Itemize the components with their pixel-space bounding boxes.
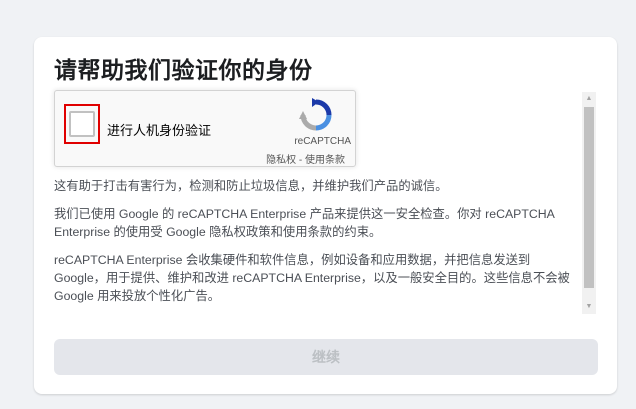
recaptcha-brand: reCAPTCHA — [294, 136, 351, 147]
info-paragraph: 我们已使用 Google 的 reCAPTCHA Enterprise 产品来提… — [54, 207, 555, 239]
info-paragraph: reCAPTCHA Enterprise 会收集硬件和软件信息，例如设备和应用数… — [54, 253, 570, 303]
recaptcha-checkbox[interactable] — [69, 111, 95, 137]
recaptcha-links: 隐私权 - 使用条款 — [266, 151, 345, 166]
terms-link[interactable]: 使用条款 — [305, 155, 345, 166]
info-paragraph: 这有助于打击有害行为，检测和防止垃圾信息，并维护我们产品的诚信。 — [54, 179, 448, 193]
scrollbar-thumb[interactable] — [584, 107, 594, 288]
recaptcha-logo-icon — [299, 98, 332, 131]
recaptcha-widget: 进行人机身份验证 reCAPTCHA 隐私权 - 使用条款 — [54, 90, 356, 167]
verification-card: 请帮助我们验证你的身份 进行人机身份验证 reCAPTCHA 隐私权 - 使用条… — [34, 37, 617, 394]
info-text-area[interactable]: 这有助于打击有害行为，检测和防止垃圾信息，并维护我们产品的诚信。 我们已使用 G… — [54, 177, 574, 312]
recaptcha-checkbox-label[interactable]: 进行人机身份验证 — [107, 120, 211, 139]
privacy-link[interactable]: 隐私权 — [266, 155, 296, 166]
scroll-up-icon[interactable]: ▲ — [582, 92, 596, 106]
scroll-down-icon[interactable]: ▼ — [582, 300, 596, 314]
link-separator: - — [296, 155, 305, 166]
vertical-scrollbar[interactable]: ▲ ▼ — [582, 92, 596, 314]
page-title: 请帮助我们验证你的身份 — [54, 57, 313, 83]
continue-button[interactable]: 继续 — [54, 339, 598, 375]
